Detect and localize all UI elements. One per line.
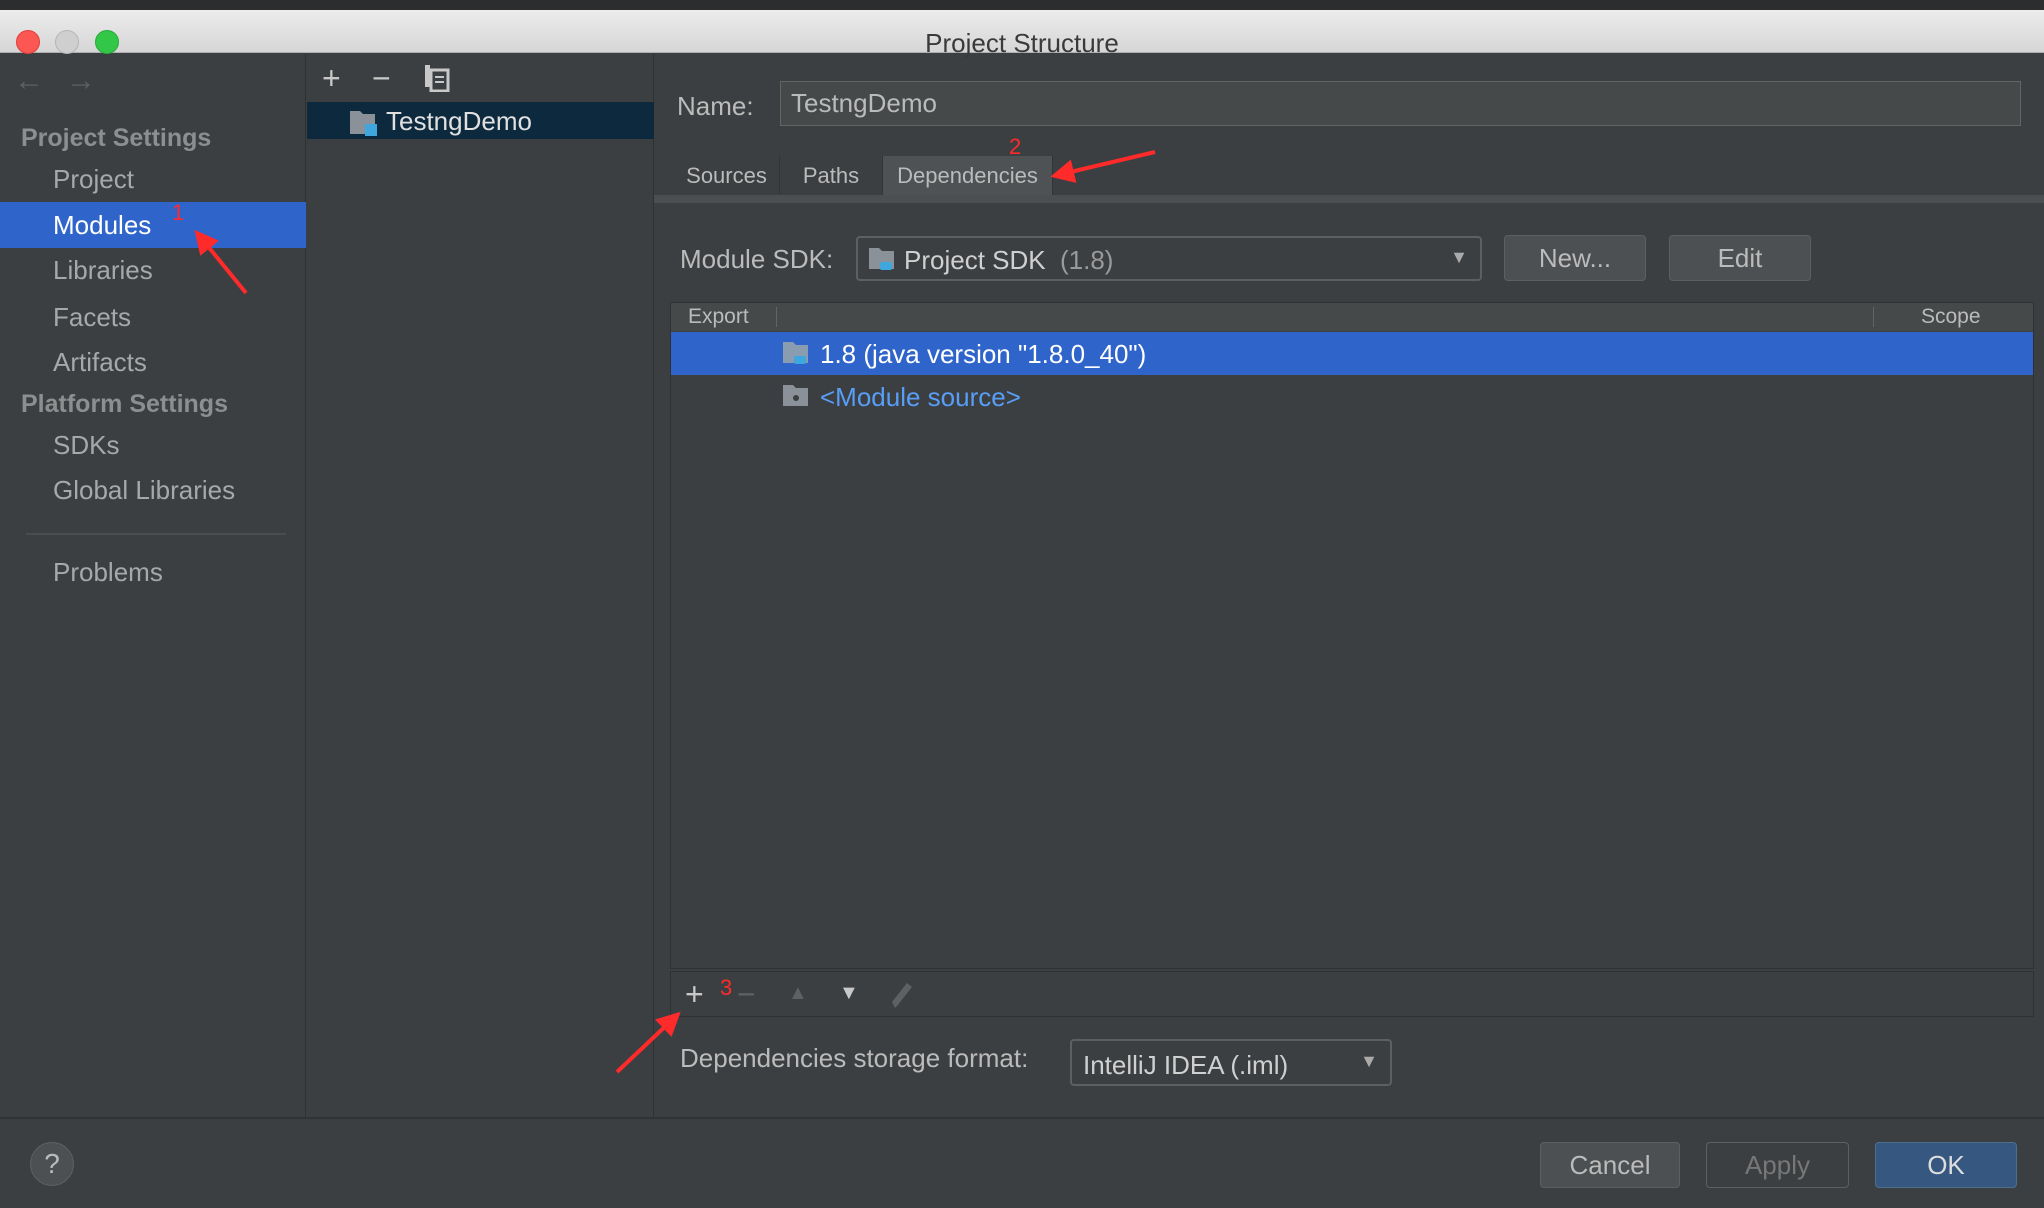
sidebar-item-artifacts[interactable]: Artifacts [0, 339, 306, 385]
annotation-step-1: 1 [172, 200, 185, 225]
arrow-to-dependencies [1050, 150, 1156, 183]
back-icon[interactable]: ← [14, 64, 44, 98]
add-module-button[interactable]: + [322, 60, 341, 97]
module-tree-panel [306, 54, 654, 1117]
cancel-button[interactable]: Cancel [1540, 1142, 1680, 1188]
storage-format-dropdown[interactable]: IntelliJ IDEA (.iml) ▼ [1070, 1039, 1392, 1086]
sidebar-item-modules[interactable]: Modules [0, 202, 306, 248]
annotation-step-2: 2 [1009, 134, 1022, 159]
tab-dependencies[interactable]: Dependencies [883, 156, 1053, 195]
sidebar-item-project[interactable]: Project [0, 156, 306, 202]
name-label: Name: [677, 91, 754, 121]
column-divider [776, 307, 777, 327]
ok-button[interactable]: OK [1875, 1142, 2017, 1188]
edit-sdk-button[interactable]: Edit [1669, 235, 1811, 281]
module-source-link[interactable]: <Module source> [820, 382, 1021, 413]
new-sdk-button[interactable]: New... [1504, 235, 1646, 281]
dependency-label: 1.8 (java version "1.8.0_40") [820, 339, 1147, 369]
tab-paths[interactable]: Paths [780, 156, 883, 195]
sidebar-divider [26, 533, 286, 535]
sidebar-item-problems[interactable]: Problems [0, 549, 306, 595]
move-up-button[interactable]: ▲ [788, 982, 808, 1005]
sidebar-item-global-libraries[interactable]: Global Libraries [0, 467, 306, 513]
storage-format-value: IntelliJ IDEA (.iml) [1083, 1050, 1289, 1080]
chevron-down-icon: ▼ [1360, 1051, 1378, 1071]
help-button[interactable]: ? [30, 1142, 74, 1186]
column-divider [1873, 307, 1874, 327]
column-scope[interactable]: Scope [1921, 303, 1981, 331]
name-input[interactable]: TestngDemo [780, 81, 2021, 126]
column-export[interactable]: Export [688, 303, 749, 331]
module-sdk-dropdown[interactable]: Project SDK (1.8) ▼ [856, 236, 1482, 281]
pencil-icon[interactable] [889, 980, 917, 1010]
module-sdk-label: Module SDK: [680, 244, 834, 274]
sidebar-item-sdks[interactable]: SDKs [0, 422, 306, 468]
top-strip [0, 0, 2044, 10]
move-down-button[interactable]: ▼ [839, 982, 859, 1005]
module-folder-icon [350, 111, 377, 136]
table-toolbar: + − ▲ ▼ [670, 971, 2034, 1017]
source-folder-icon [783, 385, 808, 406]
storage-format-label: Dependencies storage format: [680, 1043, 1029, 1073]
sdk-value: Project SDK [904, 245, 1046, 275]
remove-dependency-button[interactable]: − [737, 976, 756, 1013]
sdk-folder-icon [869, 248, 894, 270]
tab-sources[interactable]: Sources [674, 156, 780, 195]
annotation-step-3: 3 [720, 975, 733, 1000]
apply-button[interactable]: Apply [1706, 1142, 1849, 1188]
sdk-version: (1.8) [1060, 245, 1114, 275]
copy-icon[interactable] [424, 64, 450, 92]
table-header: Export Scope [671, 303, 2033, 331]
dependencies-table: Export Scope 1.8 (java version "1.8.0_40… [670, 302, 2034, 969]
section-header-platform-settings: Platform Settings [21, 390, 228, 418]
table-row[interactable]: 1.8 (java version "1.8.0_40") [671, 332, 2033, 375]
sidebar-item-facets[interactable]: Facets [0, 294, 306, 340]
jdk-folder-icon [783, 342, 808, 364]
add-dependency-button[interactable]: + [685, 976, 704, 1013]
sidebar-item-libraries[interactable]: Libraries [0, 247, 306, 293]
table-row[interactable]: <Module source> [671, 375, 2033, 418]
chevron-down-icon: ▼ [1450, 247, 1468, 267]
title-bar: Project Structure [0, 10, 2044, 58]
tree-item-label: TestngDemo [386, 106, 532, 136]
tab-strip-underline [654, 195, 2044, 203]
remove-module-button[interactable]: − [372, 60, 391, 97]
tree-item-testngdemo[interactable]: TestngDemo [307, 102, 654, 139]
forward-icon[interactable]: → [66, 64, 96, 98]
section-header-project-settings: Project Settings [21, 124, 212, 152]
